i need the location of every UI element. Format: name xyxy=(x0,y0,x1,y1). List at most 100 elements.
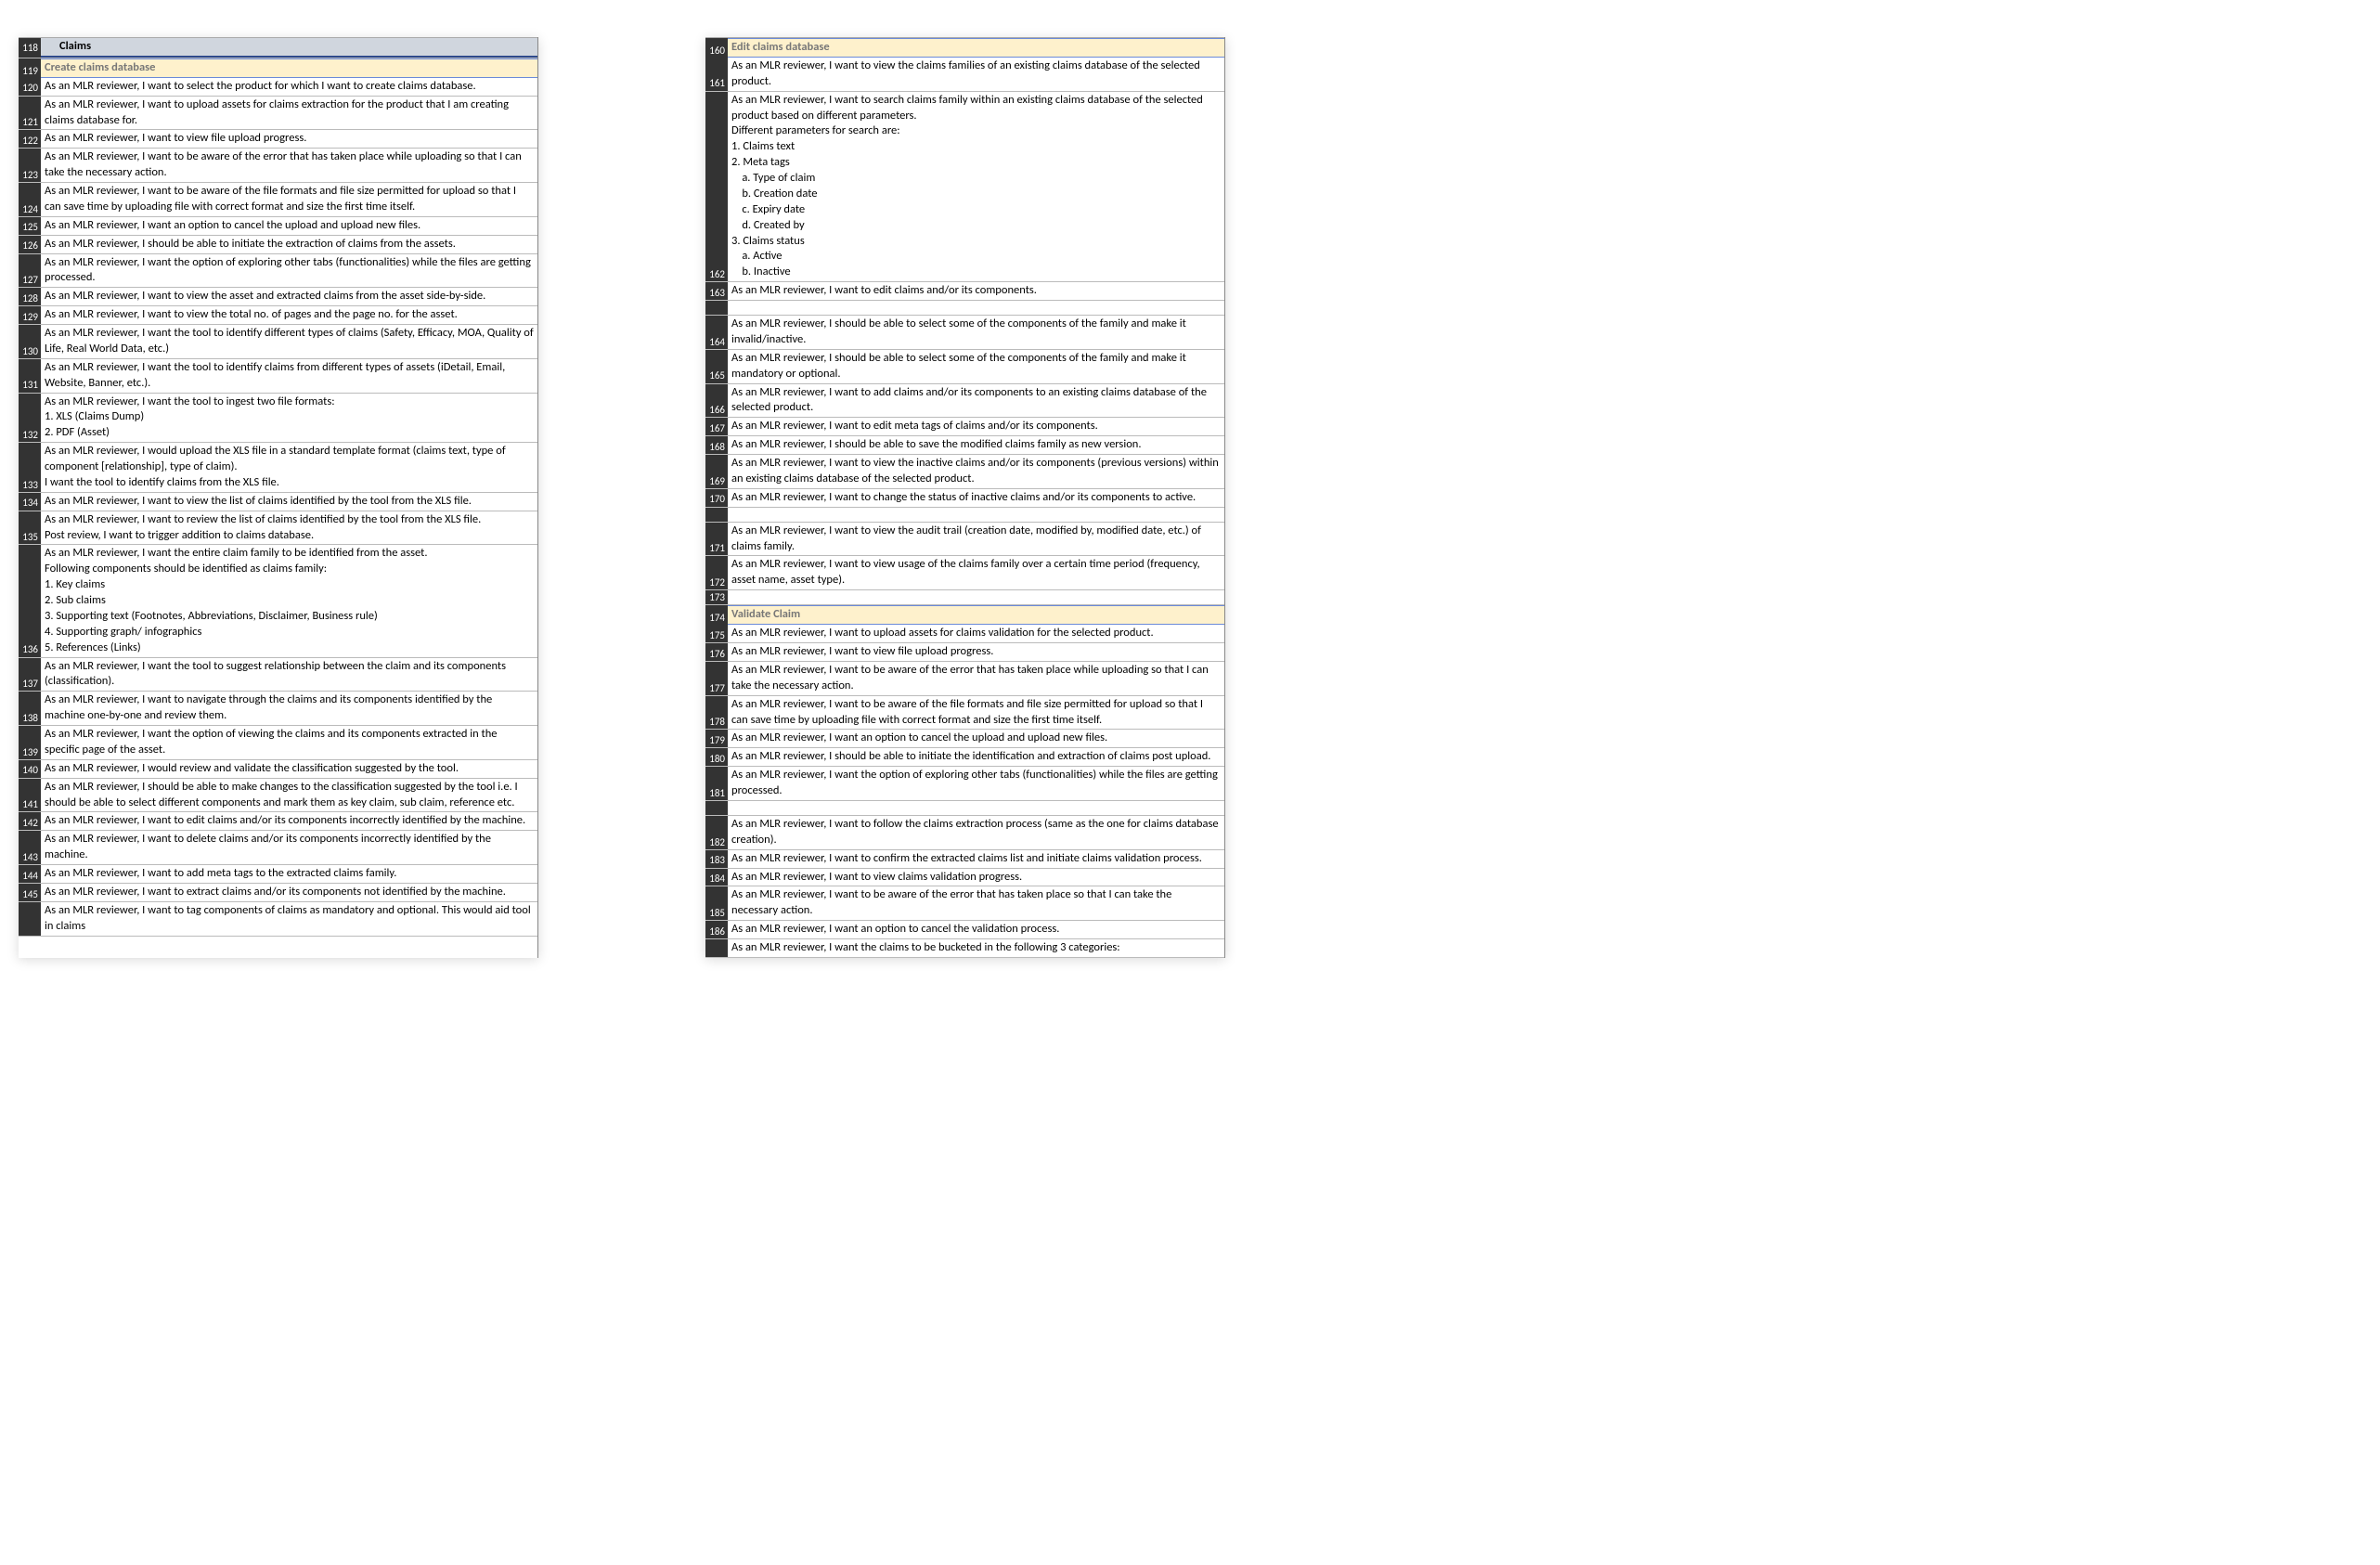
cell-content: As an MLR reviewer, I want to select the… xyxy=(41,78,537,96)
spreadsheet-row: 127As an MLR reviewer, I want the option… xyxy=(19,254,537,289)
spreadsheet-row: 134As an MLR reviewer, I want to view th… xyxy=(19,493,537,511)
spreadsheet-row: 128As an MLR reviewer, I want to view th… xyxy=(19,288,537,306)
spreadsheet-row: 135As an MLR reviewer, I want to review … xyxy=(19,511,537,546)
spreadsheet-row: 129As an MLR reviewer, I want to view th… xyxy=(19,306,537,325)
spreadsheet-row: 171As an MLR reviewer, I want to view th… xyxy=(705,523,1224,557)
spreadsheet-row: 125As an MLR reviewer, I want an option … xyxy=(19,217,537,236)
spreadsheet-row: 143As an MLR reviewer, I want to delete … xyxy=(19,831,537,865)
row-number: 132 xyxy=(19,394,41,443)
spreadsheet-row: 184As an MLR reviewer, I want to view cl… xyxy=(705,869,1224,887)
row-number: 140 xyxy=(19,760,41,778)
row-number: 119 xyxy=(19,58,41,78)
row-number: 128 xyxy=(19,288,41,305)
spreadsheet-row: 180As an MLR reviewer, I should be able … xyxy=(705,748,1224,767)
spreadsheet-right: 160Edit claims database161As an MLR revi… xyxy=(705,37,1225,958)
spreadsheet-row: 165As an MLR reviewer, I should be able … xyxy=(705,350,1224,384)
row-number: 126 xyxy=(19,236,41,253)
row-number: 166 xyxy=(705,384,728,418)
cell-content: As an MLR reviewer, I want to edit claim… xyxy=(41,812,537,830)
cell-content: As an MLR reviewer, I want to upload ass… xyxy=(41,97,537,130)
cell-content: As an MLR reviewer, I want to be aware o… xyxy=(728,662,1224,695)
row-number: 170 xyxy=(705,489,728,507)
row-number: 142 xyxy=(19,812,41,830)
cell-content: As an MLR reviewer, I want to change the… xyxy=(728,489,1224,507)
cell-content: Validate Claim xyxy=(728,605,1224,625)
spreadsheet-row: 174Validate Claim xyxy=(705,605,1224,625)
cell-content: As an MLR reviewer, I want the entire cl… xyxy=(41,545,537,656)
spreadsheet-row xyxy=(705,301,1224,316)
row-number: 181 xyxy=(705,767,728,800)
spreadsheet-row: 162As an MLR reviewer, I want to search … xyxy=(705,92,1224,283)
spreadsheet-row: 119Create claims database xyxy=(19,58,537,78)
row-number: 163 xyxy=(705,282,728,300)
cell-content: As an MLR reviewer, I want to review the… xyxy=(41,511,537,545)
row-number: 175 xyxy=(705,625,728,642)
cell-content xyxy=(728,301,1224,315)
row-number: 143 xyxy=(19,831,41,864)
spreadsheet-row: 130As an MLR reviewer, I want the tool t… xyxy=(19,325,537,359)
spreadsheet-row: 133As an MLR reviewer, I would upload th… xyxy=(19,443,537,493)
row-number xyxy=(705,939,728,957)
cell-content: As an MLR reviewer, I should be able to … xyxy=(728,316,1224,349)
cell-content: As an MLR reviewer, I want to edit meta … xyxy=(728,418,1224,435)
spreadsheet-row: 179As an MLR reviewer, I want an option … xyxy=(705,730,1224,748)
spreadsheet-row: 167As an MLR reviewer, I want to edit me… xyxy=(705,418,1224,436)
row-number: 138 xyxy=(19,692,41,725)
cell-content: Claims xyxy=(41,38,537,58)
cell-content: As an MLR reviewer, I want the option of… xyxy=(41,254,537,288)
row-number: 133 xyxy=(19,443,41,492)
row-number: 168 xyxy=(705,436,728,454)
spreadsheet-row: 145As an MLR reviewer, I want to extract… xyxy=(19,884,537,902)
spreadsheet-row: 172As an MLR reviewer, I want to view us… xyxy=(705,556,1224,590)
cell-content: As an MLR reviewer, I want to view the l… xyxy=(41,493,537,511)
row-number: 167 xyxy=(705,418,728,435)
cell-content: As an MLR reviewer, I want to view the i… xyxy=(728,455,1224,488)
cell-content: Edit claims database xyxy=(728,38,1224,58)
spreadsheet-row: 124As an MLR reviewer, I want to be awar… xyxy=(19,183,537,217)
spreadsheet-row: 139As an MLR reviewer, I want the option… xyxy=(19,726,537,760)
spreadsheet-row: 183As an MLR reviewer, I want to confirm… xyxy=(705,850,1224,869)
cell-content: As an MLR reviewer, I want the option of… xyxy=(728,767,1224,800)
cell-content: As an MLR reviewer, I should be able to … xyxy=(728,748,1224,766)
cell-content xyxy=(728,590,1224,604)
row-number: 144 xyxy=(19,865,41,883)
row-number: 129 xyxy=(19,306,41,324)
cell-content: As an MLR reviewer, I want to delete cla… xyxy=(41,831,537,864)
cell-content: As an MLR reviewer, I want to view file … xyxy=(41,130,537,148)
spreadsheet-row: 142As an MLR reviewer, I want to edit cl… xyxy=(19,812,537,831)
row-number: 134 xyxy=(19,493,41,511)
row-number: 171 xyxy=(705,523,728,556)
cell-content: As an MLR reviewer, I want to navigate t… xyxy=(41,692,537,725)
spreadsheet-row: 121As an MLR reviewer, I want to upload … xyxy=(19,97,537,131)
row-number: 177 xyxy=(705,662,728,695)
row-number: 180 xyxy=(705,748,728,766)
cell-content: As an MLR reviewer, I want the tool to i… xyxy=(41,325,537,358)
spreadsheet-row: 176As an MLR reviewer, I want to view fi… xyxy=(705,643,1224,662)
spreadsheet-row: As an MLR reviewer, I want to tag compon… xyxy=(19,902,537,937)
cell-content: As an MLR reviewer, I should be able to … xyxy=(41,779,537,812)
row-number: 120 xyxy=(19,78,41,96)
cell-content: As an MLR reviewer, I should be able to … xyxy=(41,236,537,253)
row-number: 173 xyxy=(705,590,728,604)
spreadsheet-row: 166As an MLR reviewer, I want to add cla… xyxy=(705,384,1224,419)
cell-content: As an MLR reviewer, I want to edit claim… xyxy=(728,282,1224,300)
row-number: 182 xyxy=(705,816,728,849)
row-number: 137 xyxy=(19,658,41,692)
spreadsheet-row: 169As an MLR reviewer, I want to view th… xyxy=(705,455,1224,489)
cell-content: As an MLR reviewer, I want to be aware o… xyxy=(728,886,1224,920)
spreadsheet-left: 118Claims119Create claims database120As … xyxy=(19,37,538,958)
row-number: 136 xyxy=(19,545,41,656)
cell-content: As an MLR reviewer, I want to view the c… xyxy=(728,58,1224,91)
cell-content: As an MLR reviewer, I should be able to … xyxy=(728,436,1224,454)
spreadsheet-row: 163As an MLR reviewer, I want to edit cl… xyxy=(705,282,1224,301)
spreadsheet-row: 120As an MLR reviewer, I want to select … xyxy=(19,78,537,97)
row-number: 176 xyxy=(705,643,728,661)
spreadsheet-row: 123As an MLR reviewer, I want to be awar… xyxy=(19,149,537,183)
cell-content: As an MLR reviewer, I would upload the X… xyxy=(41,443,537,492)
row-number: 169 xyxy=(705,455,728,488)
row-number xyxy=(705,508,728,522)
cell-content: As an MLR reviewer, I should be able to … xyxy=(728,350,1224,383)
row-number: 165 xyxy=(705,350,728,383)
spreadsheet-row: 141As an MLR reviewer, I should be able … xyxy=(19,779,537,813)
cell-content: As an MLR reviewer, I want to add meta t… xyxy=(41,865,537,883)
